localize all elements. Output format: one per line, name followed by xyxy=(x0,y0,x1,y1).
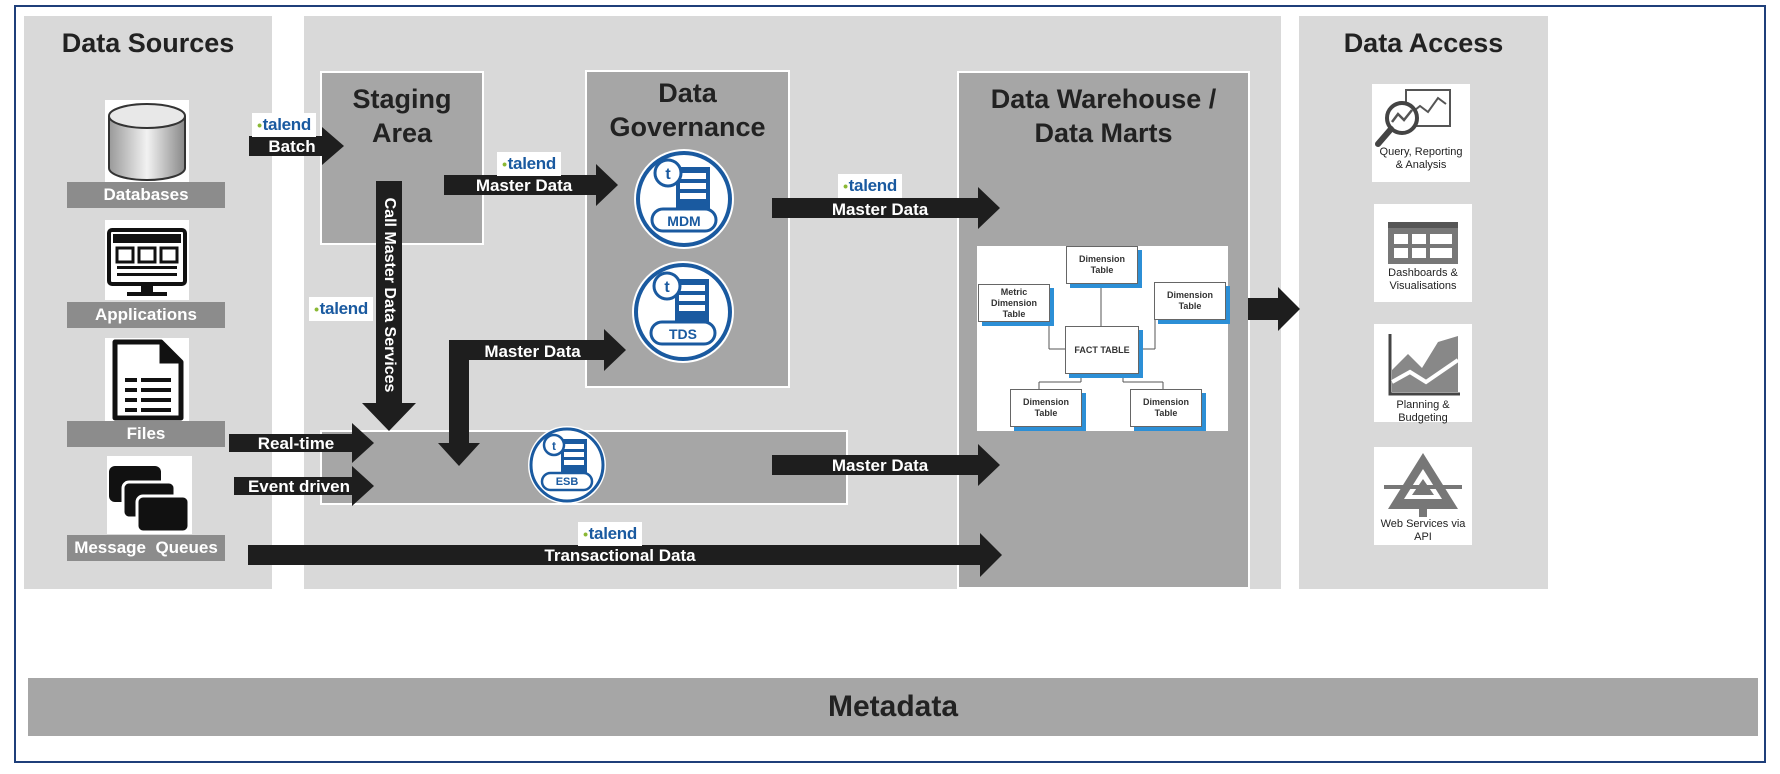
metadata-bar: Metadata xyxy=(28,678,1758,736)
dashboards-line2: Visualisations xyxy=(1389,280,1457,292)
query-analysis-icon xyxy=(1375,89,1451,147)
query-reporting-line1: Query, Reporting xyxy=(1379,146,1463,158)
planning-budgeting-line1: Planning & Budgeting xyxy=(1396,399,1450,424)
talend-text: talend xyxy=(848,176,898,195)
schema-dim-top: Dimension Table xyxy=(1066,246,1138,284)
master-data-label-3: Master Data xyxy=(831,200,929,219)
talend-text: talend xyxy=(507,154,557,173)
web-services-card: Web Services via API xyxy=(1374,447,1472,545)
svg-text:t: t xyxy=(665,166,671,183)
web-services-label: Web Services via API xyxy=(1374,518,1472,544)
schema-dim-right: Dimension Table xyxy=(1154,282,1226,320)
tds-icon: t TDS xyxy=(630,259,737,366)
talend-text: talend xyxy=(588,524,638,543)
web-services-icon xyxy=(1384,453,1462,517)
dashboards-card: Dashboards & Visualisations xyxy=(1374,204,1472,302)
transactional-label: Transactional Data xyxy=(544,546,696,565)
talend-logo-batch: • talend xyxy=(252,113,316,137)
master-data-label-4: Master Data xyxy=(831,456,929,475)
svg-text:t: t xyxy=(552,439,556,453)
query-reporting-line2: & Analysis xyxy=(1395,159,1447,171)
schema-dim-left: Metric Dimension Table xyxy=(978,284,1050,322)
mdm-label: MDM xyxy=(667,213,701,229)
query-reporting-label: Query, Reporting & Analysis xyxy=(1372,146,1470,172)
planning-chart-icon xyxy=(1388,334,1460,396)
dashboards-line1: Dashboards & xyxy=(1388,267,1458,279)
talend-logo-master: • talend xyxy=(497,152,561,176)
esb-label: ESB xyxy=(555,476,579,488)
schema-fact-table: FACT TABLE xyxy=(1065,326,1139,374)
schema-dim-left-line2: Dimension Table xyxy=(990,297,1037,319)
to-data-access-arrow xyxy=(1248,287,1300,331)
svg-text:t: t xyxy=(664,279,670,296)
dashboards-label: Dashboards & Visualisations xyxy=(1374,267,1472,293)
batch-label: Batch xyxy=(268,137,316,156)
planning-budgeting-label: Planning & Budgeting xyxy=(1374,399,1472,425)
talend-logo-warehouse: • talend xyxy=(838,174,902,198)
tds-label: TDS xyxy=(669,326,697,342)
master-data-label-2: Master Data xyxy=(484,342,581,361)
schema-dim-bottom-left: Dimension Table xyxy=(1010,389,1082,427)
query-reporting-card: Query, Reporting & Analysis xyxy=(1372,84,1470,182)
star-schema: Dimension Table Metric Dimension Table D… xyxy=(977,246,1228,431)
esb-icon: t ESB xyxy=(527,425,607,505)
dashboard-icon xyxy=(1388,222,1458,264)
talend-logo-call: • talend xyxy=(309,297,373,321)
call-master-label: Call Master Data Services xyxy=(381,197,398,393)
planning-budgeting-card: Planning & Budgeting xyxy=(1374,324,1472,425)
mdm-icon: t MDM xyxy=(632,147,736,251)
event-driven-label: Event driven xyxy=(247,477,351,496)
schema-dim-left-line1: Metric xyxy=(1000,286,1028,297)
real-time-label: Real-time xyxy=(257,434,335,453)
talend-text: talend xyxy=(319,299,369,318)
master-data-label-1: Master Data xyxy=(475,176,573,195)
web-services-line1: Web Services via API xyxy=(1380,518,1466,543)
schema-dim-bottom-right: Dimension Table xyxy=(1130,389,1202,427)
talend-text: talend xyxy=(262,115,312,134)
talend-logo-transactional: • talend xyxy=(578,522,642,546)
